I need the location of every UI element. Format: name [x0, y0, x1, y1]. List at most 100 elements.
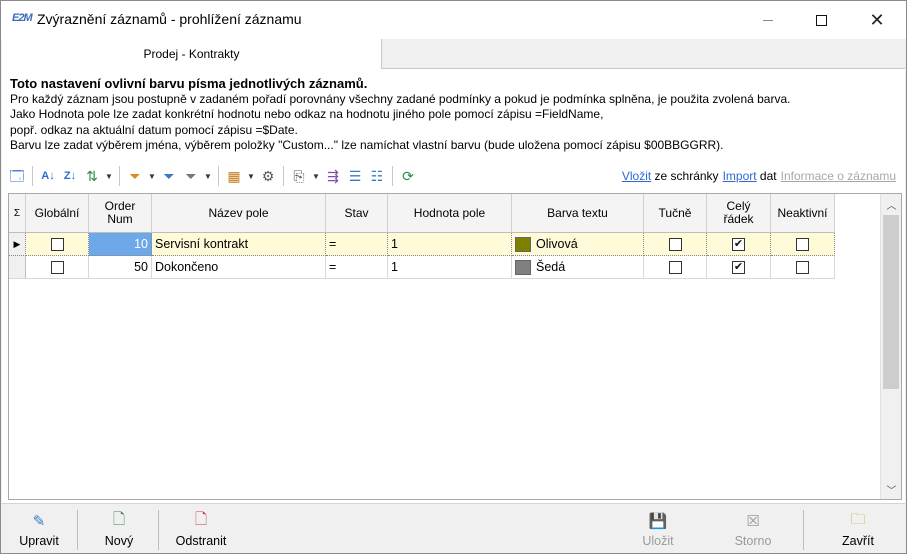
paste-rows-button[interactable]: ☷	[366, 165, 388, 187]
cell-order[interactable]: 10	[89, 233, 152, 256]
import-link-label: dat	[759, 169, 777, 183]
new-button[interactable]: 🗋 Nový	[90, 510, 148, 552]
columns-dropdown-button[interactable]: ▼	[245, 165, 257, 187]
sum-column-header[interactable]: Σ	[9, 194, 26, 233]
cell-whole-row[interactable]: ✔	[707, 233, 771, 256]
sort-order-button[interactable]: ⇅	[81, 165, 103, 187]
cell-value[interactable]: 1	[388, 256, 512, 279]
export-button[interactable]: ⇶	[322, 165, 344, 187]
global-checkbox[interactable]	[50, 237, 64, 251]
column-header-inactive[interactable]: Neaktivní	[771, 194, 835, 233]
color-swatch	[515, 236, 531, 252]
import-link[interactable]: Import	[723, 169, 757, 183]
inactive-checkbox[interactable]	[796, 260, 809, 274]
import-rows-icon: ☰	[348, 168, 362, 184]
cell-bold[interactable]	[644, 256, 707, 279]
column-header-state[interactable]: Stav	[326, 194, 388, 233]
column-header-global[interactable]: Globální	[26, 194, 89, 233]
column-header-value[interactable]: Hodnota pole	[388, 194, 512, 233]
column-header-text-color[interactable]: Barva textu	[512, 194, 644, 233]
close-window-button[interactable]: ✕	[854, 1, 900, 39]
toolbar-links: Vložit ze schránky Import dat Informace …	[622, 169, 902, 183]
column-header-field-name[interactable]: Název pole	[152, 194, 326, 233]
tab-prodej-kontrakty[interactable]: Prodej - Kontrakty	[2, 39, 382, 69]
scroll-up-button[interactable]: ︿	[881, 194, 901, 214]
bold-checkbox[interactable]	[668, 260, 682, 274]
title-bar: E2M Zvýraznění záznamů - prohlížení zázn…	[1, 1, 906, 39]
table-row[interactable]: 50 Dokončeno = 1 Šedá ✔	[9, 256, 835, 279]
record-info-link[interactable]: Informace o záznamu	[781, 169, 896, 183]
cancel-button[interactable]: ☒ Storno	[724, 510, 782, 552]
sort-dropdown-button[interactable]: ▼	[103, 165, 115, 187]
info-line-3: popř. odkaz na aktuální datum pomocí záp…	[10, 122, 298, 137]
close-button-label: Zavřít	[842, 534, 874, 548]
paste-rows-icon: ☷	[370, 168, 384, 184]
refresh-grid-button[interactable]: ⟳	[397, 165, 419, 187]
minimize-icon	[763, 19, 773, 21]
paste-link[interactable]: Vložit	[622, 169, 651, 183]
button-separator	[77, 510, 78, 550]
clear-filter-button[interactable]: ⏷	[180, 165, 202, 187]
checkmark-icon: ✔	[733, 237, 744, 250]
scrollbar-thumb[interactable]	[883, 215, 899, 389]
edit-button-label: Upravit	[19, 534, 59, 548]
delete-button-label: Odstranit	[175, 534, 227, 548]
delete-button[interactable]: 🗋 Odstranit	[168, 510, 234, 552]
cell-field-name[interactable]: Servisní kontrakt	[152, 233, 326, 256]
cell-global[interactable]	[26, 256, 89, 279]
vertical-scrollbar[interactable]: ︿ ﹀	[880, 194, 901, 499]
copy-button[interactable]: ⎘	[288, 165, 310, 187]
delete-document-icon: 🗋	[194, 510, 208, 528]
clear-filter-icon: ⏷	[185, 168, 197, 184]
sort-ascending-button[interactable]: A↓	[37, 165, 59, 187]
app-logo-icon: E2M	[12, 12, 33, 24]
whole-row-checkbox[interactable]: ✔	[732, 260, 745, 274]
close-button[interactable]: 🗀 Zavřít	[830, 510, 886, 552]
minimize-button[interactable]	[745, 1, 791, 39]
preview-button[interactable]: 🗔	[6, 165, 28, 187]
clear-filter-dropdown-button[interactable]: ▼	[202, 165, 214, 187]
bold-checkbox[interactable]	[668, 237, 682, 251]
cell-state[interactable]: =	[326, 256, 388, 279]
column-header-bold[interactable]: Tučně	[644, 194, 707, 233]
grid-settings-button[interactable]: ⚙	[257, 165, 279, 187]
cell-state[interactable]: =	[326, 233, 388, 256]
maximize-button[interactable]	[798, 1, 844, 39]
cell-bold[interactable]	[644, 233, 707, 256]
current-row-arrow-icon: ▶	[13, 238, 21, 249]
info-line-1: Pro každý záznam jsou postupně v zadaném…	[10, 91, 791, 106]
column-header-whole-row[interactable]: Celý řádek	[707, 194, 771, 233]
whole-row-checkbox[interactable]: ✔	[732, 237, 745, 251]
cell-text-color[interactable]: Šedá	[512, 256, 644, 279]
cell-inactive[interactable]	[771, 233, 835, 256]
cell-inactive[interactable]	[771, 256, 835, 279]
info-heading: Toto nastavení ovlivní barvu písma jedno…	[10, 76, 368, 91]
whole-row-header-label: Celý řádek	[723, 199, 754, 226]
columns-button[interactable]: ▦	[223, 165, 245, 187]
column-header-order[interactable]: Order Num	[89, 194, 152, 233]
cell-text-color[interactable]: Olivová	[512, 233, 644, 256]
cell-field-name[interactable]: Dokončeno	[152, 256, 326, 279]
save-button[interactable]: 💾 Uložit	[630, 510, 686, 552]
edit-button[interactable]: ✎ Upravit	[10, 510, 68, 552]
edit-icon: ✎	[32, 513, 46, 530]
cell-whole-row[interactable]: ✔	[707, 256, 771, 279]
copy-dropdown-button[interactable]: ▼	[310, 165, 322, 187]
scroll-down-button[interactable]: ﹀	[881, 479, 901, 499]
order-header-label: Order Num	[104, 199, 136, 226]
button-separator	[158, 510, 159, 550]
info-line-2: Jako Hodnota pole lze zadat konkrétní ho…	[10, 107, 604, 121]
inactive-checkbox[interactable]	[796, 237, 809, 251]
global-checkbox[interactable]	[50, 260, 64, 274]
cell-global[interactable]	[26, 233, 89, 256]
sort-descending-icon: Z↓	[63, 169, 77, 182]
cell-value[interactable]: 1	[388, 233, 512, 256]
cell-order[interactable]: 50	[89, 256, 152, 279]
sort-descending-button[interactable]: Z↓	[59, 165, 81, 187]
quick-filter-button[interactable]: ⏷	[158, 165, 180, 187]
row-indicator: ▶	[9, 233, 26, 256]
table-row[interactable]: ▶ 10 Servisní kontrakt = 1 Olivová ✔	[9, 233, 835, 256]
filter-dropdown-button[interactable]: ▼	[146, 165, 158, 187]
filter-button[interactable]: ⏷	[124, 165, 146, 187]
import-rows-button[interactable]: ☰	[344, 165, 366, 187]
